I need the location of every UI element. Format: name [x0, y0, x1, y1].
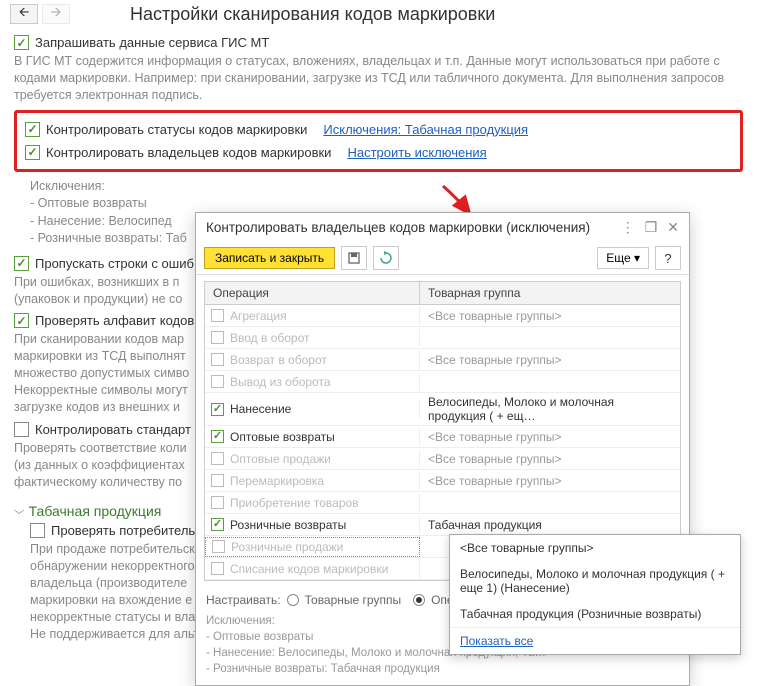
operation-name: Нанесение	[230, 402, 291, 416]
request-gis-checkbox[interactable]	[14, 35, 29, 50]
exclusions-tobacco-link[interactable]: Исключения: Табачная продукция	[323, 122, 528, 137]
col-group[interactable]: Товарная группа	[420, 282, 680, 304]
more-button[interactable]: Еще ▾	[597, 247, 649, 269]
table-row[interactable]: Оптовые возвраты <Все товарные группы>	[205, 426, 680, 448]
row-checkbox[interactable]	[211, 309, 224, 322]
group-cell[interactable]: <Все товарные группы>	[420, 428, 680, 446]
group-cell[interactable]: Велосипеды, Молоко и молочная продукция …	[420, 393, 680, 425]
group-cell[interactable]: <Все товарные группы>	[420, 351, 680, 369]
group-cell[interactable]	[420, 501, 680, 505]
operation-name: Ввод в оборот	[230, 331, 310, 345]
operation-name: Оптовые продажи	[230, 452, 331, 466]
group-cell[interactable]: Табачная продукция	[420, 516, 680, 534]
control-standard-label: Контролировать стандарт	[35, 422, 191, 437]
popup-restore-icon[interactable]: ❐	[645, 219, 658, 236]
control-owners-label: Контролировать владельцев кодов маркиров…	[46, 145, 331, 160]
operation-name: Розничные продажи	[231, 540, 343, 554]
dropdown-item[interactable]: <Все товарные группы>	[450, 535, 740, 561]
operation-name: Агрегация	[230, 309, 287, 323]
control-statuses-checkbox[interactable]	[25, 122, 40, 137]
table-row[interactable]: Возврат в оборот <Все товарные группы>	[205, 349, 680, 371]
group-dropdown: <Все товарные группы> Велосипеды, Молоко…	[449, 534, 741, 655]
row-checkbox[interactable]	[211, 430, 224, 443]
skip-errors-checkbox[interactable]	[14, 256, 29, 271]
operation-name: Приобретение товаров	[230, 496, 359, 510]
control-owners-checkbox[interactable]	[25, 145, 40, 160]
row-checkbox[interactable]	[211, 452, 224, 465]
dropdown-item[interactable]: Велосипеды, Молоко и молочная продукция …	[450, 561, 740, 601]
radio-groups-label: Товарные группы	[305, 593, 401, 607]
configure-label: Настраивать:	[206, 593, 281, 607]
operation-name: Перемаркировка	[230, 474, 324, 488]
check-alphabet-label: Проверять алфавит кодов	[35, 313, 194, 328]
table-row[interactable]: Перемаркировка <Все товарные группы>	[205, 470, 680, 492]
popup-menu-icon[interactable]: ⋮	[621, 219, 635, 236]
save-close-button[interactable]: Записать и закрыть	[204, 247, 335, 269]
table-row[interactable]: Приобретение товаров	[205, 492, 680, 514]
operation-name: Вывод из оборота	[230, 375, 331, 389]
row-checkbox[interactable]	[212, 540, 225, 553]
control-standard-checkbox[interactable]	[14, 422, 29, 437]
check-consumer-label: Проверять потребитель	[51, 523, 195, 538]
row-checkbox[interactable]	[211, 496, 224, 509]
table-row[interactable]: Ввод в оборот	[205, 327, 680, 349]
row-checkbox[interactable]	[211, 331, 224, 344]
control-statuses-label: Контролировать статусы кодов маркировки	[46, 122, 307, 137]
table-row[interactable]: Агрегация <Все товарные группы>	[205, 305, 680, 327]
gis-description: В ГИС МТ содержится информация о статуса…	[14, 53, 743, 104]
request-gis-label: Запрашивать данные сервиса ГИС МТ	[35, 35, 269, 50]
close-icon[interactable]: ✕	[667, 219, 679, 236]
help-button[interactable]: ?	[655, 246, 681, 270]
table-row[interactable]: Вывод из оборота	[205, 371, 680, 393]
row-checkbox[interactable]	[211, 353, 224, 366]
highlighted-box: Контролировать статусы кодов маркировки …	[14, 110, 743, 172]
radio-groups[interactable]	[287, 594, 299, 606]
exclusions-title: Исключения:	[30, 178, 743, 196]
save-button[interactable]	[341, 246, 367, 270]
group-cell[interactable]: <Все товарные группы>	[420, 472, 680, 490]
row-checkbox[interactable]	[211, 375, 224, 388]
configure-exclusions-link[interactable]: Настроить исключения	[347, 145, 486, 160]
page-title: Настройки сканирования кодов маркировки	[0, 2, 495, 31]
table-row[interactable]: Розничные возвраты Табачная продукция	[205, 514, 680, 536]
check-consumer-checkbox[interactable]	[30, 523, 45, 538]
radio-operations[interactable]	[413, 594, 425, 606]
col-operation[interactable]: Операция	[205, 282, 420, 304]
dropdown-item[interactable]: Табачная продукция (Розничные возвраты)	[450, 601, 740, 627]
group-cell[interactable]: <Все товарные группы>	[420, 450, 680, 468]
group-cell[interactable]	[420, 336, 680, 340]
operation-name: Списание кодов маркировки	[230, 562, 388, 576]
operation-name: Розничные возвраты	[230, 518, 346, 532]
row-checkbox[interactable]	[211, 474, 224, 487]
group-cell[interactable]: <Все товарные группы>	[420, 307, 680, 325]
skip-errors-label: Пропускать строки с ошиб	[35, 256, 194, 271]
table-row[interactable]: Оптовые продажи <Все товарные группы>	[205, 448, 680, 470]
operation-name: Оптовые возвраты	[230, 430, 335, 444]
table-row[interactable]: Нанесение Велосипеды, Молоко и молочная п…	[205, 393, 680, 426]
row-checkbox[interactable]	[211, 403, 224, 416]
row-checkbox[interactable]	[211, 518, 224, 531]
dropdown-show-all[interactable]: Показать все	[450, 627, 740, 654]
row-checkbox[interactable]	[211, 562, 224, 575]
exclusion-item: - Оптовые возвраты	[30, 195, 743, 213]
refresh-button[interactable]	[373, 246, 399, 270]
group-cell[interactable]	[420, 380, 680, 384]
operation-name: Возврат в оборот	[230, 353, 327, 367]
popup-title: Контролировать владельцев кодов маркиров…	[206, 220, 590, 235]
check-alphabet-checkbox[interactable]	[14, 313, 29, 328]
